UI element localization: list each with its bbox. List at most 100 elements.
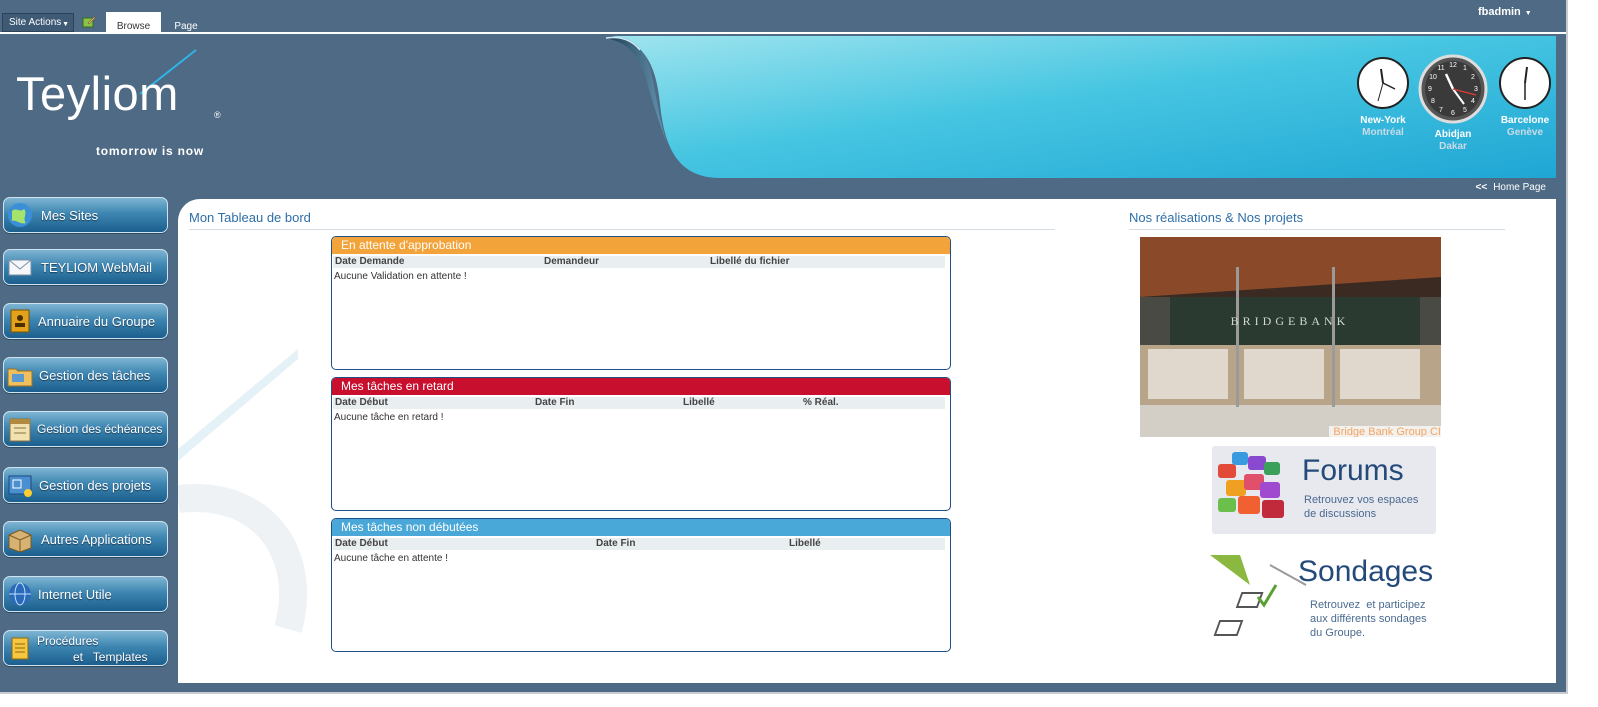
column-header: Libellé	[789, 538, 821, 549]
photo-sign-text: BRIDGEBANK	[1231, 314, 1350, 328]
user-name: fbadmin	[1478, 6, 1521, 18]
forums-line: Retrouvez vos espaces	[1304, 494, 1419, 506]
nav-label: Mes Sites	[41, 208, 99, 223]
clock-barcelone: Barcelone Genève	[1494, 56, 1556, 139]
panel-empty-message: Aucune tâche en retard !	[334, 412, 444, 423]
column-header: Date Demande	[335, 256, 405, 267]
column-header: Libellé du fichier	[710, 256, 790, 267]
site-header: Teyliom ® tomorrow is now New-York Montr…	[0, 34, 1556, 180]
sondages-line: du Groupe.	[1310, 627, 1366, 639]
sondages-subtitle: Retrouvez et participez aux différents so…	[1310, 598, 1427, 640]
svg-text:8: 8	[1431, 98, 1435, 105]
blueprint-icon	[8, 475, 32, 497]
panel-header: En attente d'approbation	[332, 237, 950, 254]
tab-browse[interactable]: Browse	[106, 12, 161, 34]
forums-banner[interactable]: Forums Retrouvez vos espaces de discussio…	[1212, 446, 1436, 534]
analog-clock-icon	[1357, 57, 1409, 109]
box-icon	[8, 529, 32, 553]
column-header: Date Fin	[535, 397, 575, 408]
chevron-down-icon: ▼	[1524, 10, 1532, 17]
nav-label: Internet Utile	[38, 587, 112, 602]
svg-text:7: 7	[1439, 107, 1443, 114]
projects-title-rule	[1129, 229, 1505, 230]
forums-line: de discussions	[1304, 508, 1377, 520]
column-header: Libellé	[683, 397, 715, 408]
sub-navigation-bar: << Home Page	[0, 180, 1556, 198]
panel-column-headers: Date Début Date Fin Libellé % Réal.	[333, 397, 945, 409]
tab-page[interactable]: Page	[166, 12, 206, 34]
logo-wordmark: Teyliom	[16, 67, 179, 120]
chevron-down-icon: ▼	[62, 21, 69, 28]
logo-registered-mark: ®	[214, 110, 221, 120]
bridge-bank-photo[interactable]: BRIDGEBANK Bridge Bank Group CI	[1140, 237, 1441, 437]
globe-icon	[8, 203, 32, 227]
column-header: Date Début	[335, 538, 388, 549]
svg-text:11: 11	[1437, 65, 1444, 72]
back-arrows-icon: <<	[1475, 182, 1488, 193]
home-page-link[interactable]: << Home Page	[1476, 182, 1547, 193]
svg-text:5: 5	[1463, 107, 1467, 114]
nav-label: Autres Applications	[41, 532, 152, 547]
nav-label: Procédures	[37, 634, 99, 648]
forums-title: Forums	[1302, 454, 1404, 487]
svg-text:3: 3	[1474, 86, 1478, 93]
clock-city: Barcelone	[1500, 115, 1550, 126]
dashboard-title-rule	[189, 229, 1055, 230]
checklist-icon	[1210, 555, 1307, 636]
svg-text:2: 2	[1471, 74, 1475, 81]
panel-column-headers: Date Début Date Fin Libellé	[333, 538, 945, 550]
internet-globe-icon	[9, 582, 31, 606]
sondages-line: Retrouvez et participez	[1310, 599, 1426, 611]
edit-page-icon[interactable]	[82, 15, 96, 28]
address-book-icon	[10, 309, 30, 333]
nav-webmail[interactable]: TEYLIOM WebMail	[3, 249, 168, 285]
nav-label: et Templates	[73, 650, 148, 664]
column-header: Demandeur	[544, 256, 600, 267]
nav-label: Gestion des tâches	[39, 368, 151, 383]
calendar-icon	[9, 418, 31, 442]
column-header: Date Début	[335, 397, 388, 408]
svg-text:12: 12	[1449, 62, 1457, 69]
panel-header: Mes tâches non débutées	[332, 519, 950, 536]
clock-new-york: New-York Montréal	[1352, 56, 1414, 139]
panel-taches-retard: Mes tâches en retard Date Début Date Fin…	[331, 377, 951, 511]
panel-taches-non-debutees: Mes tâches non débutées Date Début Date …	[331, 518, 951, 652]
header-banner	[139, 36, 1556, 178]
nav-label: TEYLIOM WebMail	[41, 260, 153, 275]
svg-text:4: 4	[1471, 98, 1475, 105]
site-actions-menu[interactable]: Site Actions ▼	[2, 13, 74, 32]
nav-autres-applications[interactable]: Autres Applications	[3, 521, 168, 557]
panel-header: Mes tâches en retard	[332, 378, 950, 395]
clock-city-secondary: Genève	[1506, 127, 1544, 138]
svg-text:1: 1	[1463, 65, 1467, 72]
column-header: % Réal.	[803, 397, 839, 408]
nav-mes-sites[interactable]: Mes Sites	[3, 197, 168, 233]
nav-label: Gestion des projets	[39, 478, 152, 493]
nav-annuaire[interactable]: Annuaire du Groupe	[3, 303, 168, 339]
svg-text:9: 9	[1428, 86, 1432, 93]
panel-column-headers: Date Demande Demandeur Libellé du fichie…	[333, 256, 945, 268]
analog-clock-icon	[1499, 57, 1551, 109]
svg-text:6: 6	[1451, 110, 1455, 117]
clock-city-secondary: Montréal	[1362, 127, 1404, 138]
nav-gestion-echeances[interactable]: Gestion des échéances	[3, 411, 168, 447]
logo-tagline: tomorrow is now	[96, 144, 204, 158]
sondages-title: Sondages	[1298, 555, 1434, 588]
nav-gestion-projets[interactable]: Gestion des projets	[3, 467, 168, 503]
document-icon	[11, 637, 29, 660]
panel-empty-message: Aucune tâche en attente !	[334, 553, 448, 564]
nav-internet-utile[interactable]: Internet Utile	[3, 576, 168, 612]
nav-label: Gestion des échéances	[37, 422, 163, 436]
nav-procedures-templates[interactable]: Procédures et Templates	[3, 630, 168, 666]
sondages-banner[interactable]: Sondages Retrouvez et participez aux diff…	[1210, 555, 1436, 643]
clock-city: New-York	[1360, 115, 1406, 126]
photo-caption: Bridge Bank Group CI	[1329, 426, 1441, 437]
folder-tasks-icon	[7, 368, 33, 387]
user-menu[interactable]: fbadmin ▼	[1478, 6, 1532, 18]
nav-gestion-taches[interactable]: Gestion des tâches	[3, 357, 168, 393]
watermark-graphic	[178, 349, 307, 633]
clock-city-secondary: Dakar	[1439, 141, 1467, 152]
teyliom-logo[interactable]: Teyliom ® tomorrow is now	[16, 68, 226, 163]
dashboard-title: Mon Tableau de bord	[189, 210, 311, 225]
home-page-label: Home Page	[1493, 182, 1546, 193]
